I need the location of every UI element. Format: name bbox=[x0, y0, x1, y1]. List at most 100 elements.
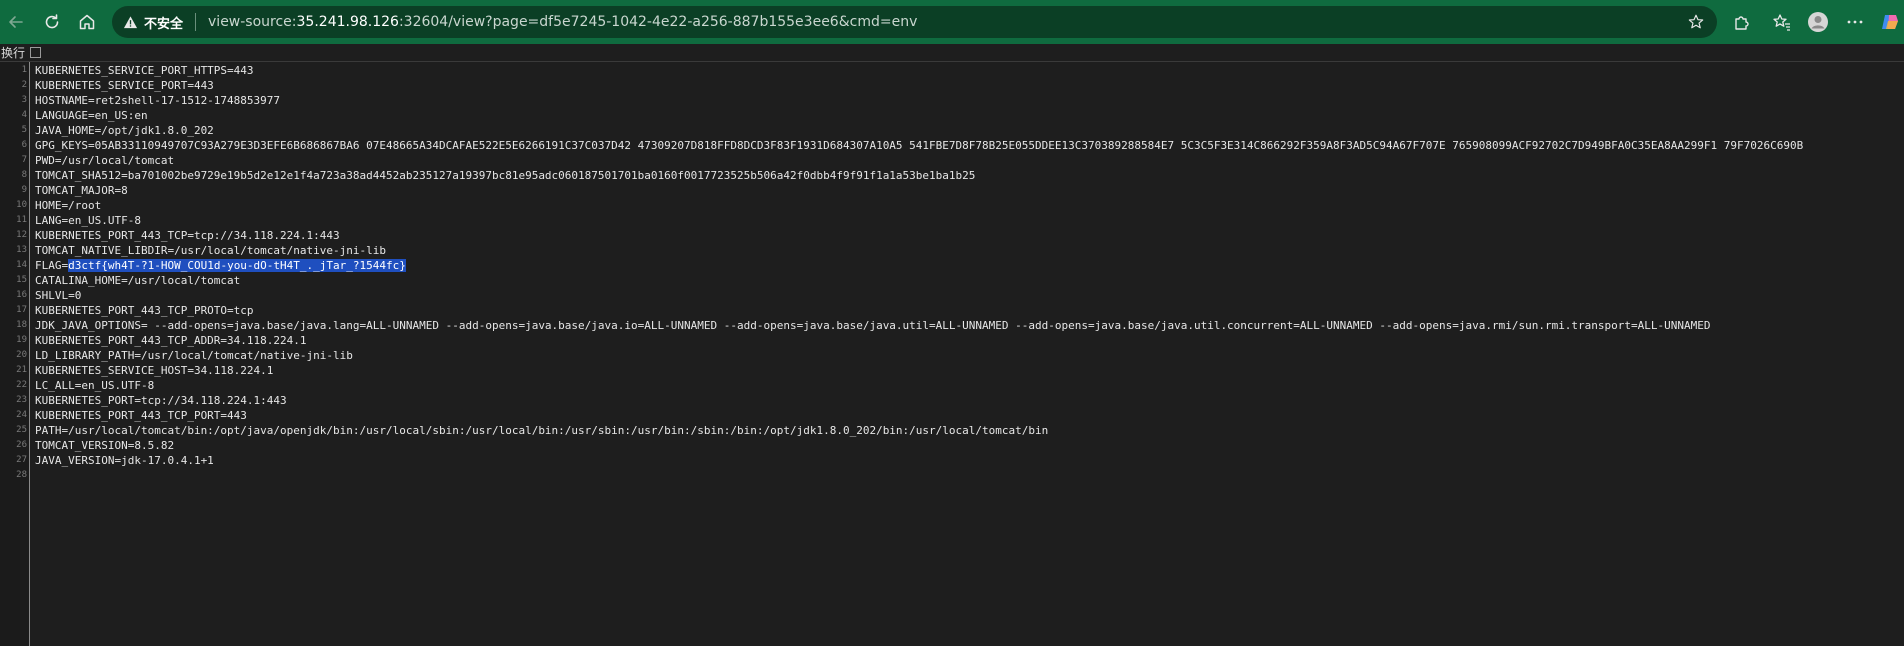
extensions-button[interactable] bbox=[1730, 10, 1754, 34]
line-number: 4 bbox=[21, 110, 27, 120]
reload-icon bbox=[45, 14, 59, 29]
line-content: CATALINA_HOME=/usr/local/tomcat bbox=[35, 274, 241, 287]
line-content: JAVA_VERSION=jdk-17.0.4.1+1 bbox=[35, 454, 214, 467]
line-number: 14 bbox=[16, 260, 27, 270]
profile-button[interactable] bbox=[1806, 10, 1830, 34]
url-host: 35.241.98.126 bbox=[296, 14, 399, 30]
line-content: LANGUAGE=en_US:en bbox=[35, 109, 148, 122]
line-content: JDK_JAVA_OPTIONS= --add-opens=java.base/… bbox=[35, 319, 1711, 332]
line-content: KUBERNETES_SERVICE_PORT_HTTPS=443 bbox=[35, 64, 254, 77]
back-button[interactable] bbox=[2, 8, 30, 36]
url-prefix: view-source: bbox=[208, 14, 297, 30]
source-line: 2 KUBERNETES_SERVICE_PORT=443 bbox=[0, 78, 1904, 93]
line-number: 28 bbox=[16, 470, 27, 480]
source-line: 4 LANGUAGE=en_US:en bbox=[0, 108, 1904, 123]
source-line: 15 CATALINA_HOME=/usr/local/tomcat bbox=[0, 273, 1904, 288]
line-number: 7 bbox=[21, 155, 27, 165]
source-line: 14 FLAG=d3ctf{wh4T-?1-HOW_COU1d-you-dO-tH… bbox=[0, 258, 1904, 273]
line-text: KUBERNETES_PORT_443_TCP=tcp://34.118.224… bbox=[35, 228, 340, 243]
line-content: JAVA_HOME=/opt/jdk1.8.0_202 bbox=[35, 124, 214, 137]
line-text: CATALINA_HOME=/usr/local/tomcat bbox=[35, 273, 240, 288]
line-content: TOMCAT_SHA512=ba701002be9729e19b5d2e12e1… bbox=[35, 169, 976, 182]
line-number: 13 bbox=[16, 245, 27, 255]
source-line: 28 bbox=[0, 468, 1904, 483]
line-number: 3 bbox=[21, 95, 27, 105]
source-line: 5 JAVA_HOME=/opt/jdk1.8.0_202 bbox=[0, 123, 1904, 138]
selected-flag-text: d3ctf{wh4T-?1-HOW_COU1d-you-dO-tH4T_._jT… bbox=[68, 259, 406, 272]
line-number: 21 bbox=[16, 365, 27, 375]
line-content: KUBERNETES_PORT_443_TCP_PROTO=tcp bbox=[35, 304, 254, 317]
line-content: LD_LIBRARY_PATH=/usr/local/tomcat/native… bbox=[35, 349, 353, 362]
line-text: TOMCAT_VERSION=8.5.82 bbox=[35, 438, 174, 453]
line-text: PWD=/usr/local/tomcat bbox=[35, 153, 174, 168]
line-text: SHLVL=0 bbox=[35, 288, 81, 303]
puzzle-icon bbox=[1735, 16, 1749, 30]
browser-toolbar: 不安全 view-source: 35.241.98.126:32604/view… bbox=[0, 0, 1904, 44]
line-text: LANG=en_US.UTF-8 bbox=[35, 213, 141, 228]
line-number: 9 bbox=[21, 185, 27, 195]
source-line: 19 KUBERNETES_PORT_443_TCP_ADDR=34.118.22… bbox=[0, 333, 1904, 348]
line-number: 8 bbox=[21, 170, 27, 180]
line-text: PATH=/usr/local/tomcat/bin:/opt/java/ope… bbox=[35, 423, 1048, 438]
source-line: 21 KUBERNETES_SERVICE_HOST=34.118.224.1 bbox=[0, 363, 1904, 378]
copilot-icon bbox=[1882, 15, 1898, 29]
line-content: HOME=/root bbox=[35, 199, 102, 212]
line-text: FLAG=d3ctf{wh4T-?1-HOW_COU1d-you-dO-tH4T… bbox=[35, 258, 406, 273]
line-number: 24 bbox=[16, 410, 27, 420]
more-menu-button[interactable] bbox=[1843, 10, 1867, 34]
source-line: 1 KUBERNETES_SERVICE_PORT_HTTPS=443 bbox=[0, 63, 1904, 78]
line-number: 18 bbox=[16, 320, 27, 330]
source-line: 13 TOMCAT_NATIVE_LIBDIR=/usr/local/tomcat… bbox=[0, 243, 1904, 258]
line-wrap-bar: 换行 bbox=[0, 44, 1904, 62]
address-bar[interactable]: 不安全 view-source: 35.241.98.126:32604/view… bbox=[112, 6, 1717, 38]
line-number: 23 bbox=[16, 395, 27, 405]
star-icon[interactable] bbox=[1687, 13, 1705, 31]
source-line: 6 GPG_KEYS=05AB33110949707C93A279E3D3EFE6… bbox=[0, 138, 1904, 153]
line-content: PATH=/usr/local/tomcat/bin:/opt/java/ope… bbox=[35, 424, 1049, 437]
url-path: :32604/view?page=df5e7245-1042-4e22-a256… bbox=[398, 14, 918, 30]
line-content: FLAG= bbox=[35, 259, 69, 272]
line-number: 25 bbox=[16, 425, 27, 435]
source-line: 7 PWD=/usr/local/tomcat bbox=[0, 153, 1904, 168]
line-content: GPG_KEYS=05AB33110949707C93A279E3D3EFE6B… bbox=[35, 139, 1804, 152]
line-content: KUBERNETES_PORT=tcp://34.118.224.1:443 bbox=[35, 394, 287, 407]
line-text: TOMCAT_MAJOR=8 bbox=[35, 183, 128, 198]
line-content: TOMCAT_MAJOR=8 bbox=[35, 184, 128, 197]
line-number: 19 bbox=[16, 335, 27, 345]
line-text: JDK_JAVA_OPTIONS= --add-opens=java.base/… bbox=[35, 318, 1711, 333]
source-line: 24 KUBERNETES_PORT_443_TCP_PORT=443 bbox=[0, 408, 1904, 423]
copilot-button[interactable] bbox=[1878, 10, 1902, 34]
source-line: 23 KUBERNETES_PORT=tcp://34.118.224.1:443 bbox=[0, 393, 1904, 408]
line-text: HOSTNAME=ret2shell-17-1512-1748853977 bbox=[35, 93, 280, 108]
line-number: 17 bbox=[16, 305, 27, 315]
address-separator bbox=[195, 13, 197, 31]
line-number: 12 bbox=[16, 230, 27, 240]
warning-icon[interactable] bbox=[122, 14, 138, 30]
line-text: LC_ALL=en_US.UTF-8 bbox=[35, 378, 154, 393]
line-content: LANG=en_US.UTF-8 bbox=[35, 214, 141, 227]
line-content: KUBERNETES_SERVICE_HOST=34.118.224.1 bbox=[35, 364, 274, 377]
line-number: 2 bbox=[21, 80, 27, 90]
line-content: KUBERNETES_PORT_443_TCP_PORT=443 bbox=[35, 409, 247, 422]
source-line: 3 HOSTNAME=ret2shell-17-1512-1748853977 bbox=[0, 93, 1904, 108]
line-number: 22 bbox=[16, 380, 27, 390]
line-content: TOMCAT_NATIVE_LIBDIR=/usr/local/tomcat/n… bbox=[35, 244, 386, 257]
source-line: 22 LC_ALL=en_US.UTF-8 bbox=[0, 378, 1904, 393]
line-content: SHLVL=0 bbox=[35, 289, 82, 302]
line-text: KUBERNETES_PORT_443_TCP_PORT=443 bbox=[35, 408, 247, 423]
insecure-label[interactable]: 不安全 bbox=[144, 13, 183, 32]
more-horizontal-icon bbox=[1847, 20, 1863, 24]
favorites-button[interactable] bbox=[1770, 10, 1794, 34]
source-line: 11 LANG=en_US.UTF-8 bbox=[0, 213, 1904, 228]
line-number: 1 bbox=[21, 65, 27, 75]
source-line: 27 JAVA_VERSION=jdk-17.0.4.1+1 bbox=[0, 453, 1904, 468]
line-number: 10 bbox=[16, 200, 27, 210]
home-button[interactable] bbox=[73, 8, 101, 36]
line-text: HOME=/root bbox=[35, 198, 101, 213]
home-icon bbox=[79, 14, 95, 30]
line-text: KUBERNETES_SERVICE_HOST=34.118.224.1 bbox=[35, 363, 273, 378]
line-wrap-checkbox[interactable] bbox=[30, 47, 42, 58]
reload-button[interactable] bbox=[38, 8, 66, 36]
line-text: KUBERNETES_PORT_443_TCP_ADDR=34.118.224.… bbox=[35, 333, 307, 348]
line-content: KUBERNETES_SERVICE_PORT=443 bbox=[35, 79, 214, 92]
